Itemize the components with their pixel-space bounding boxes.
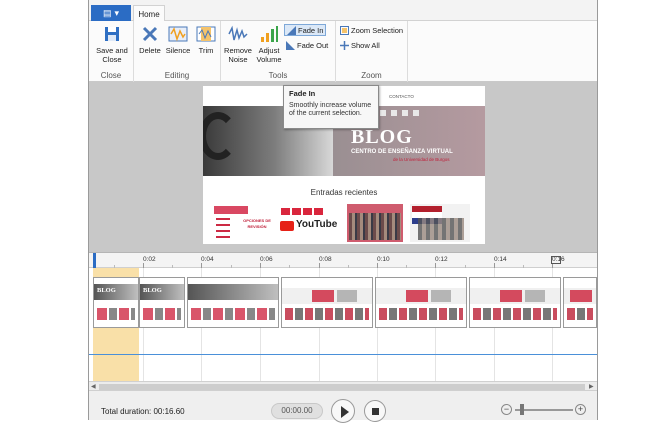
group-editing: Delete Silence Trim Editing — [134, 21, 221, 82]
video-clip-thumbnail[interactable] — [375, 277, 467, 328]
tooltip-title: Fade In — [289, 89, 316, 98]
blog-title: BLOG — [351, 126, 413, 148]
play-button[interactable] — [331, 399, 355, 423]
thumbnail-flags-photo — [410, 204, 470, 242]
app-menu-button[interactable]: ▤ ▾ — [91, 5, 131, 21]
blog-subtitle: CENTRO DE ENSEÑANZA VIRTUAL — [351, 149, 453, 155]
zoom-slider-handle[interactable] — [520, 404, 524, 415]
stop-button[interactable] — [364, 400, 386, 422]
trim-button[interactable]: Trim — [193, 24, 219, 55]
timeline[interactable]: 0:02 0:04 0:06 0:08 0:10 0:12 0:14 0:16 … — [89, 252, 597, 391]
video-clip-thumbnail[interactable]: BLOG — [93, 277, 139, 328]
adjust-volume-button[interactable]: Adjust Volume — [254, 24, 284, 64]
tick-label: 0:08 — [319, 256, 332, 263]
recent-entries-heading: Entradas recientes — [310, 188, 378, 197]
file-menu-icon: ▤ — [102, 7, 112, 18]
fade-out-button[interactable]: Fade Out — [284, 39, 330, 51]
trim-icon — [196, 24, 216, 44]
video-clip-thumbnail[interactable] — [187, 277, 279, 328]
silence-icon — [168, 24, 188, 44]
show-all-icon — [340, 40, 349, 50]
group-label-editing: Editing — [164, 71, 190, 80]
group-label-close: Close — [100, 71, 122, 80]
silence-button[interactable]: Silence — [164, 24, 192, 55]
thumbnail-group-photo — [347, 204, 403, 242]
tick-label: 0:06 — [260, 256, 273, 263]
group-zoom: Zoom Selection Show All Zoom — [336, 21, 408, 82]
tab-home[interactable]: Home — [133, 5, 165, 22]
site-nav-contact: CONTACTO — [389, 94, 414, 99]
total-duration: Total duration: 00:16.60 — [101, 407, 185, 416]
video-clip-thumbnail[interactable]: BLOG — [139, 277, 185, 328]
tick-label: 0:02 — [143, 256, 156, 263]
group-tools: Remove Noise Adjust Volume Fade In Fade … — [221, 21, 336, 82]
fade-in-tooltip: Fade In Smoothly increase volume of the … — [283, 85, 379, 129]
volume-icon — [259, 24, 279, 44]
remove-noise-icon — [228, 24, 248, 44]
youtube-logo-icon — [280, 221, 294, 231]
tick-label: 0:14 — [494, 256, 507, 263]
chevron-down-icon: ▾ — [114, 7, 120, 18]
grid-view-icon[interactable] — [551, 256, 561, 264]
video-clip-thumbnail[interactable] — [281, 277, 373, 328]
fade-in-button[interactable]: Fade In — [284, 24, 327, 36]
fade-in-icon — [287, 25, 296, 35]
audio-track-line — [89, 354, 597, 355]
video-clip-thumbnail[interactable] — [563, 277, 597, 328]
save-and-close-button[interactable]: Save and Close — [93, 24, 131, 64]
thumbnail-revision-options: OPCIONES DE REVISIÓN — [212, 204, 274, 242]
tick-label: 0:04 — [201, 256, 214, 263]
zoom-in-icon[interactable]: + — [575, 404, 586, 415]
ribbon: Save and Close Close Delete Silence Trim… — [89, 21, 597, 82]
playhead[interactable] — [93, 253, 96, 268]
tab-strip: ▤ ▾ Home — [89, 0, 597, 22]
group-label-zoom: Zoom — [361, 71, 382, 80]
status-bar: Total duration: 00:16.60 00:00.00 − + — [89, 390, 597, 423]
group-label-tools: Tools — [268, 71, 288, 80]
tick-label: 0:10 — [377, 256, 390, 263]
tick-label: 0:12 — [435, 256, 448, 263]
show-all-button[interactable]: Show All — [338, 39, 382, 51]
remove-noise-button[interactable]: Remove Noise — [223, 24, 253, 64]
current-time-display: 00:00.00 — [271, 403, 323, 419]
video-clip-thumbnail[interactable] — [469, 277, 561, 328]
scroll-right-icon[interactable]: ▶ — [589, 383, 594, 390]
fade-out-icon — [286, 40, 295, 50]
editor-window: ▤ ▾ Home Save and Close Close Delete Sil… — [88, 0, 598, 423]
thumbnail-youtube: YouTube — [278, 204, 338, 242]
delete-icon — [140, 24, 160, 44]
tooltip-body: Smoothly increase volume of the current … — [289, 102, 372, 117]
delete-button[interactable]: Delete — [137, 24, 163, 55]
blog-subtitle-university: de la Universidad de Burgos — [393, 157, 450, 162]
video-preview-pane: CONTACTO BLOG CENTRO DE ENSEÑANZA VIRTUA… — [89, 82, 597, 252]
scroll-left-icon[interactable]: ◀ — [91, 383, 96, 390]
zoom-out-icon[interactable]: − — [501, 404, 512, 415]
save-icon — [102, 24, 122, 44]
time-ruler[interactable]: 0:02 0:04 0:06 0:08 0:10 0:12 0:14 0:16 — [89, 253, 597, 268]
recent-entries-thumbnails: OPCIONES DE REVISIÓN YouTube — [212, 204, 478, 242]
zoom-selection-icon — [340, 25, 349, 35]
group-close: Save and Close Close — [89, 21, 134, 82]
zoom-selection-button[interactable]: Zoom Selection — [338, 24, 405, 36]
